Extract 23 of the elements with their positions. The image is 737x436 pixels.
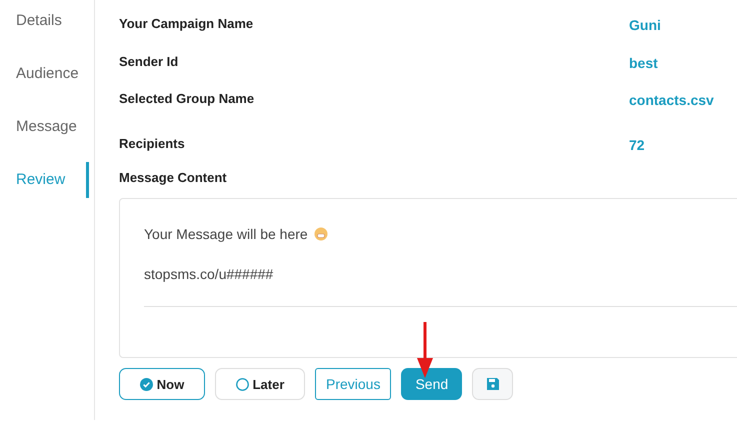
grin-emoji-icon bbox=[314, 227, 328, 241]
step-tab[interactable]: Message bbox=[0, 116, 89, 138]
field-label: Message Content bbox=[119, 169, 228, 185]
step-tab[interactable]: Review bbox=[0, 162, 89, 198]
step-tab[interactable]: Details bbox=[0, 10, 89, 32]
step-tab[interactable]: Audience bbox=[0, 63, 89, 85]
send-button[interactable]: Send bbox=[401, 368, 462, 400]
field-label: Your Campaign Name bbox=[119, 15, 254, 31]
field-value: contacts.csv bbox=[629, 91, 714, 108]
field-label: Sender Id bbox=[119, 53, 180, 69]
field-label: Recipients bbox=[119, 135, 186, 151]
annotation-arrow bbox=[417, 322, 433, 378]
schedule-option[interactable]: Later bbox=[215, 368, 305, 400]
previous-button[interactable]: Previous bbox=[315, 368, 392, 400]
schedule-option[interactable]: Now bbox=[119, 368, 205, 400]
save-button[interactable] bbox=[472, 368, 514, 400]
field-value: Guni bbox=[629, 16, 661, 33]
field-value: best bbox=[629, 54, 658, 71]
save-icon bbox=[486, 377, 500, 391]
field-value: 72 bbox=[629, 136, 645, 153]
field-label: Selected Group Name bbox=[119, 90, 256, 106]
message-text: stopsms.co/u###### bbox=[144, 266, 274, 282]
message-text: Your Message will be here bbox=[144, 226, 308, 242]
